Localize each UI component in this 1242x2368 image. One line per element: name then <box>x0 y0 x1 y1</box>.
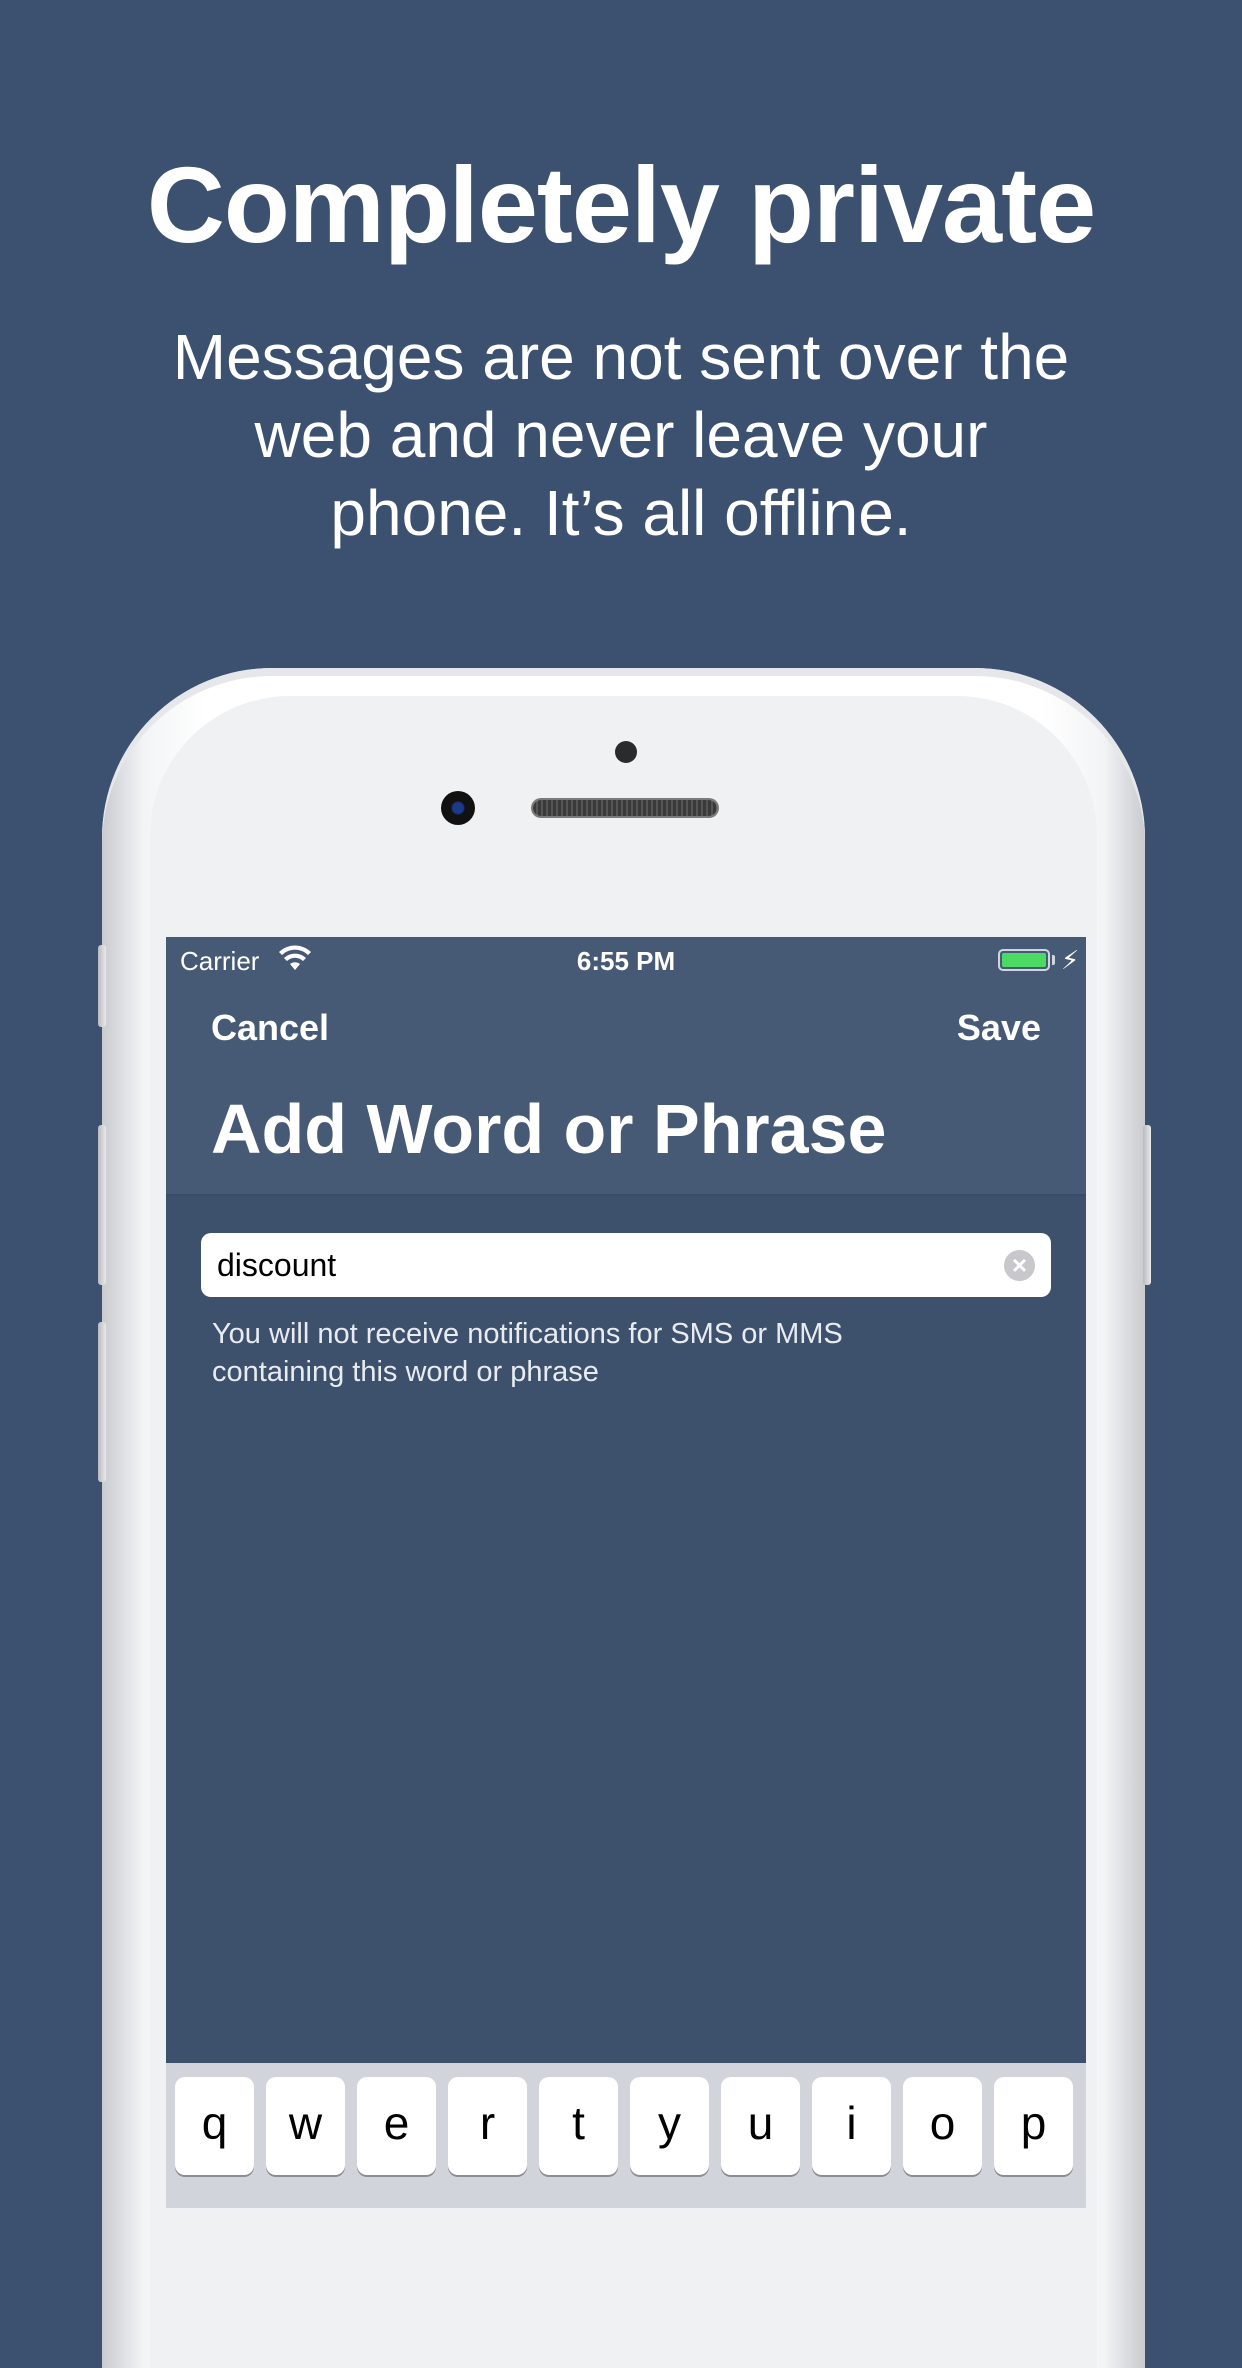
hint-text: You will not receive notifications for S… <box>212 1318 843 1388</box>
save-button[interactable]: Save <box>957 1007 1041 1049</box>
key-y[interactable]: y <box>630 2077 709 2175</box>
key-t[interactable]: t <box>539 2077 618 2175</box>
power-button <box>1143 1125 1151 1285</box>
key-u[interactable]: u <box>721 2077 800 2175</box>
key-o[interactable]: o <box>903 2077 982 2175</box>
word-phrase-input[interactable] <box>217 1233 987 1297</box>
navigation-bar: Carrier 6:55 PM ⚡︎ Cancel Save Add Word … <box>166 937 1086 1196</box>
word-phrase-field[interactable]: × <box>201 1233 1051 1297</box>
keyboard: q w e r t y u i o p <box>166 2063 1086 2208</box>
charging-bolt-icon: ⚡︎ <box>1061 945 1080 975</box>
headline: Completely private <box>146 144 1096 265</box>
volume-down-button <box>98 1322 106 1482</box>
status-bar: Carrier 6:55 PM ⚡︎ <box>166 937 1086 985</box>
key-p[interactable]: p <box>994 2077 1073 2175</box>
front-camera-icon <box>441 791 475 825</box>
page-title: Add Word or Phrase <box>211 1090 887 1168</box>
mute-switch <box>98 945 106 1027</box>
battery-icon <box>998 949 1050 971</box>
key-r[interactable]: r <box>448 2077 527 2175</box>
battery-level <box>1002 953 1046 967</box>
key-i[interactable]: i <box>812 2077 891 2175</box>
status-time: 6:55 PM <box>576 946 676 976</box>
earpiece-speaker <box>533 800 717 816</box>
battery-cap <box>1052 955 1055 965</box>
subtitle: Messages are not sent over the web and n… <box>172 321 1070 549</box>
clear-text-icon[interactable]: × <box>1004 1250 1035 1281</box>
key-e[interactable]: e <box>357 2077 436 2175</box>
volume-up-button <box>98 1125 106 1285</box>
proximity-sensor-icon <box>615 741 637 763</box>
key-w[interactable]: w <box>266 2077 345 2175</box>
cancel-button[interactable]: Cancel <box>211 1007 329 1049</box>
key-q[interactable]: q <box>175 2077 254 2175</box>
phone-screen: Carrier 6:55 PM ⚡︎ Cancel Save Add Word … <box>166 937 1086 2208</box>
